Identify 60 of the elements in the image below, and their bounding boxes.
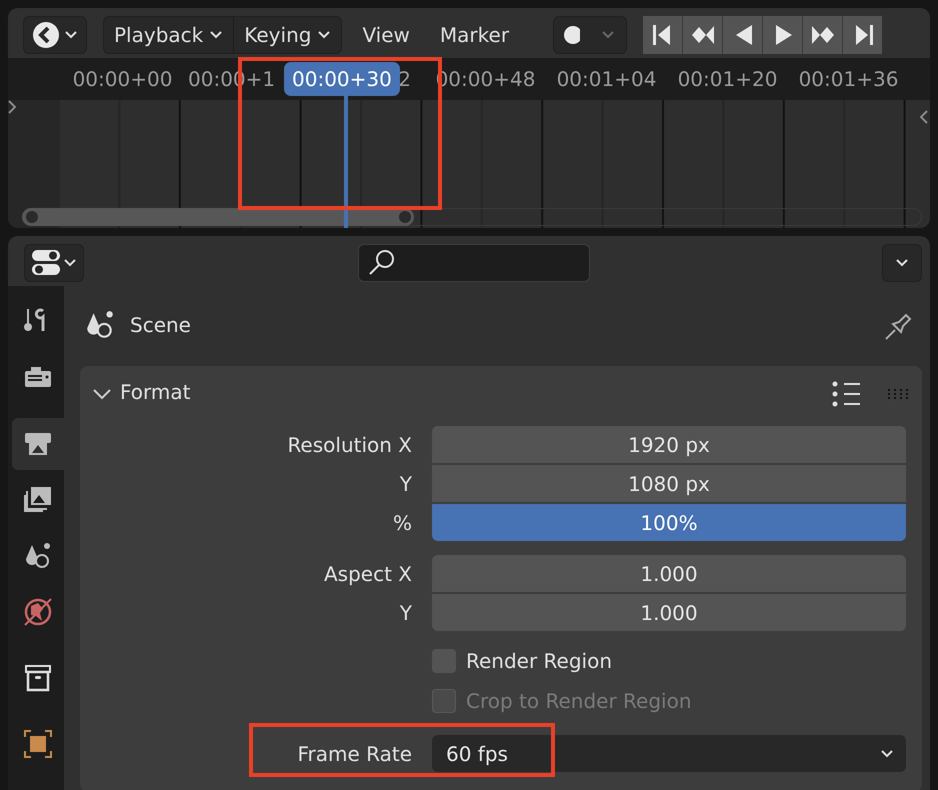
time-label: 00:00+00 — [72, 67, 172, 91]
chevron-down-icon — [63, 258, 77, 268]
number-field[interactable]: 1920 px — [432, 426, 906, 463]
menu-item[interactable]: View — [352, 20, 420, 50]
images-icon — [23, 485, 53, 515]
time-label: 2 — [398, 67, 411, 91]
number-field[interactable]: 1.000 — [432, 594, 906, 631]
number-field[interactable]: 1.000 — [432, 555, 906, 592]
field-label: Y — [398, 470, 412, 498]
time-label: 00:01+36 — [798, 67, 898, 91]
checkbox[interactable] — [432, 649, 456, 673]
options-dropdown-button[interactable] — [882, 244, 922, 282]
field-label: Frame Rate — [296, 740, 412, 768]
chevron-down-icon[interactable] — [92, 386, 112, 401]
texture-icon — [23, 729, 53, 759]
next-keyframe-button[interactable] — [803, 16, 842, 54]
menu-dropdown[interactable]: Keying — [233, 17, 342, 53]
jump-start-button[interactable] — [643, 16, 682, 54]
field-label: Y — [398, 600, 412, 626]
checkbox-label[interactable]: Render Region — [466, 646, 612, 676]
checkbox-label: Crop to Render Region — [466, 688, 692, 715]
chevron-down-icon — [64, 30, 78, 40]
time-label: 00:01+04 — [556, 67, 656, 91]
play-reverse-button[interactable] — [723, 16, 762, 54]
chevron-down-icon — [601, 30, 616, 40]
play-button[interactable] — [763, 16, 802, 54]
toggle-switch-icon — [31, 248, 61, 278]
chevron-left-icon — [920, 110, 928, 124]
field-label: % — [392, 510, 412, 536]
menu-dropdown[interactable]: Playback — [104, 17, 234, 53]
globe-icon — [23, 597, 53, 627]
jump-end-button[interactable] — [843, 16, 882, 54]
slider-field[interactable]: 100% — [432, 504, 906, 541]
scene-icon — [23, 541, 53, 571]
previous-keyframe-button[interactable] — [683, 16, 722, 54]
editor-type-button[interactable] — [23, 16, 87, 54]
chevron-down-icon — [317, 30, 332, 40]
editor-type-button[interactable] — [24, 244, 84, 282]
chevron-down-icon — [895, 258, 909, 268]
scrollbar-thumb[interactable] — [22, 208, 414, 226]
context-label: Scene — [130, 312, 191, 339]
drag-handle-icon[interactable] — [888, 388, 910, 399]
number-field[interactable]: 1080 px — [432, 465, 906, 502]
search-field[interactable] — [358, 244, 590, 282]
clock-icon — [32, 21, 60, 49]
menu-item[interactable]: Marker — [430, 20, 520, 50]
playhead-label[interactable]: 00:00+30 — [284, 62, 400, 96]
presets-list-icon[interactable] — [832, 380, 862, 407]
chevron-right-icon — [8, 100, 16, 114]
dropdown-field[interactable]: 60 fps — [432, 735, 906, 772]
box-icon — [23, 663, 53, 693]
chevron-down-icon — [880, 748, 894, 758]
time-label: 00:01+20 — [678, 67, 778, 91]
panel-title[interactable]: Format — [120, 377, 190, 407]
output-tab[interactable] — [12, 418, 64, 470]
chevron-down-icon — [209, 30, 224, 40]
field-label: Resolution X — [286, 432, 412, 458]
field-label: Aspect X — [323, 560, 412, 588]
record-icon — [564, 26, 580, 44]
scene-icon — [84, 309, 116, 341]
